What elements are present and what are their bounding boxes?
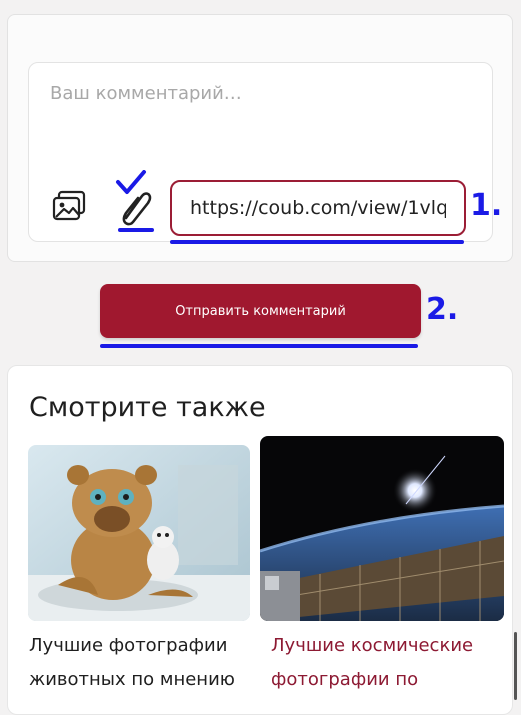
article-thumbnail-animals[interactable] bbox=[28, 445, 250, 621]
image-attach-icon[interactable] bbox=[52, 190, 86, 222]
submit-underline-annotation bbox=[100, 344, 418, 348]
toy-lemur-photo bbox=[28, 445, 250, 621]
article-title-space[interactable]: Лучшие космические фотографии по bbox=[271, 629, 506, 697]
article-title-line-1: Лучшие фотографии bbox=[29, 635, 228, 656]
step-2-annotation: 2. bbox=[426, 292, 459, 327]
space-station-photo bbox=[260, 436, 504, 621]
see-also-title: Смотрите также bbox=[29, 392, 266, 423]
scrollbar-thumb[interactable] bbox=[514, 632, 517, 700]
article-title-animals[interactable]: Лучшие фотографии животных по мнению bbox=[29, 629, 264, 697]
article-title-line-1: Лучшие космические bbox=[271, 635, 474, 656]
article-title-line-2: животных по мнению bbox=[29, 669, 235, 690]
url-input[interactable] bbox=[170, 180, 466, 236]
comment-textarea[interactable] bbox=[50, 78, 470, 108]
article-title-line-2: фотографии по bbox=[271, 669, 419, 690]
article-thumbnail-space[interactable] bbox=[260, 436, 504, 621]
submit-comment-button[interactable]: Отправить комментарий bbox=[100, 284, 421, 338]
paperclip-icon[interactable] bbox=[116, 184, 156, 228]
